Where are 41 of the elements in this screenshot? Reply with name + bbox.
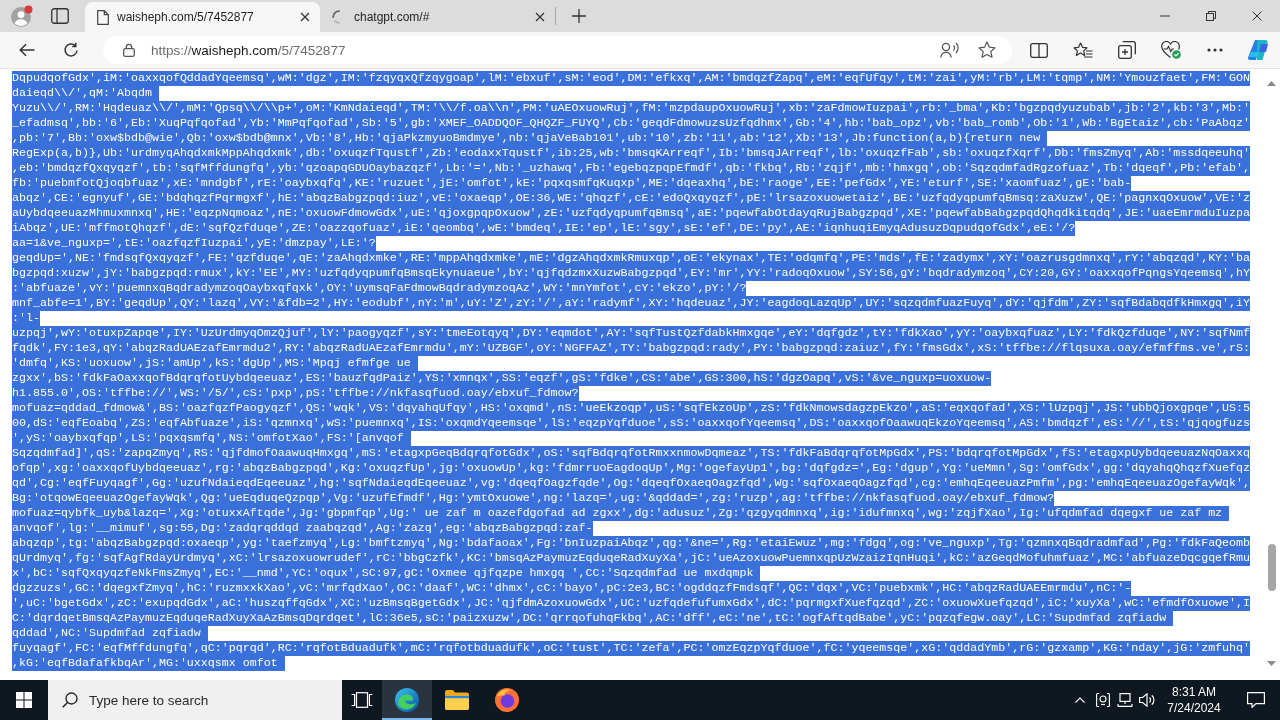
ribbon-logo-icon[interactable] [1248, 40, 1270, 60]
volume-icon[interactable] [1139, 693, 1155, 707]
scroll-down-icon[interactable] [1267, 661, 1276, 666]
close-icon[interactable] [1252, 11, 1262, 21]
chevron-up-icon[interactable] [1075, 697, 1085, 703]
split-screen-icon[interactable] [1030, 42, 1048, 58]
clock-date[interactable]: 7/24/2024 [1167, 700, 1221, 716]
camera-icon[interactable] [1096, 692, 1110, 708]
more-icon[interactable] [1207, 48, 1223, 52]
restore-icon[interactable] [1206, 11, 1216, 21]
folder-icon [445, 690, 469, 710]
lock-icon[interactable] [123, 43, 135, 57]
read-aloud-icon[interactable] [940, 42, 960, 58]
tab-actions-icon[interactable] [51, 8, 69, 24]
collections-icon[interactable] [1118, 41, 1136, 59]
heart-pulse-icon[interactable] [1161, 41, 1181, 59]
star-icon[interactable] [978, 41, 996, 59]
task-view-icon[interactable] [351, 692, 373, 708]
browser-tab[interactable]: waisheph.com/5/7452877 [85, 2, 320, 32]
close-icon[interactable] [535, 12, 545, 22]
plus-icon[interactable] [572, 9, 586, 23]
refresh-icon[interactable] [63, 42, 79, 58]
scroll-up-icon[interactable] [1267, 81, 1276, 86]
back-arrow-icon[interactable] [19, 43, 35, 57]
search-field[interactable]: Type here to search [48, 680, 342, 720]
search-icon [62, 692, 78, 708]
swirl-icon [395, 688, 419, 712]
address-field[interactable]: https://waisheph.com/5/7452877 [103, 36, 1012, 64]
taskbar-app[interactable] [382, 680, 432, 720]
network-icon[interactable] [1117, 693, 1133, 707]
page-icon [97, 9, 109, 25]
profile-icon[interactable] [11, 5, 33, 27]
browser-tab[interactable]: chatgpt.com/# [320, 2, 555, 32]
start-icon[interactable] [16, 692, 32, 708]
scrollbar-thumb[interactable] [1267, 544, 1276, 591]
clock-time[interactable]: 8:31 AM [1172, 684, 1216, 700]
url-text: https://waisheph.com/5/7452877 [151, 42, 346, 58]
notification-icon[interactable] [1247, 692, 1265, 708]
fox-globe-icon [495, 688, 519, 712]
close-icon[interactable] [300, 12, 310, 22]
favorites-icon[interactable] [1073, 41, 1093, 59]
